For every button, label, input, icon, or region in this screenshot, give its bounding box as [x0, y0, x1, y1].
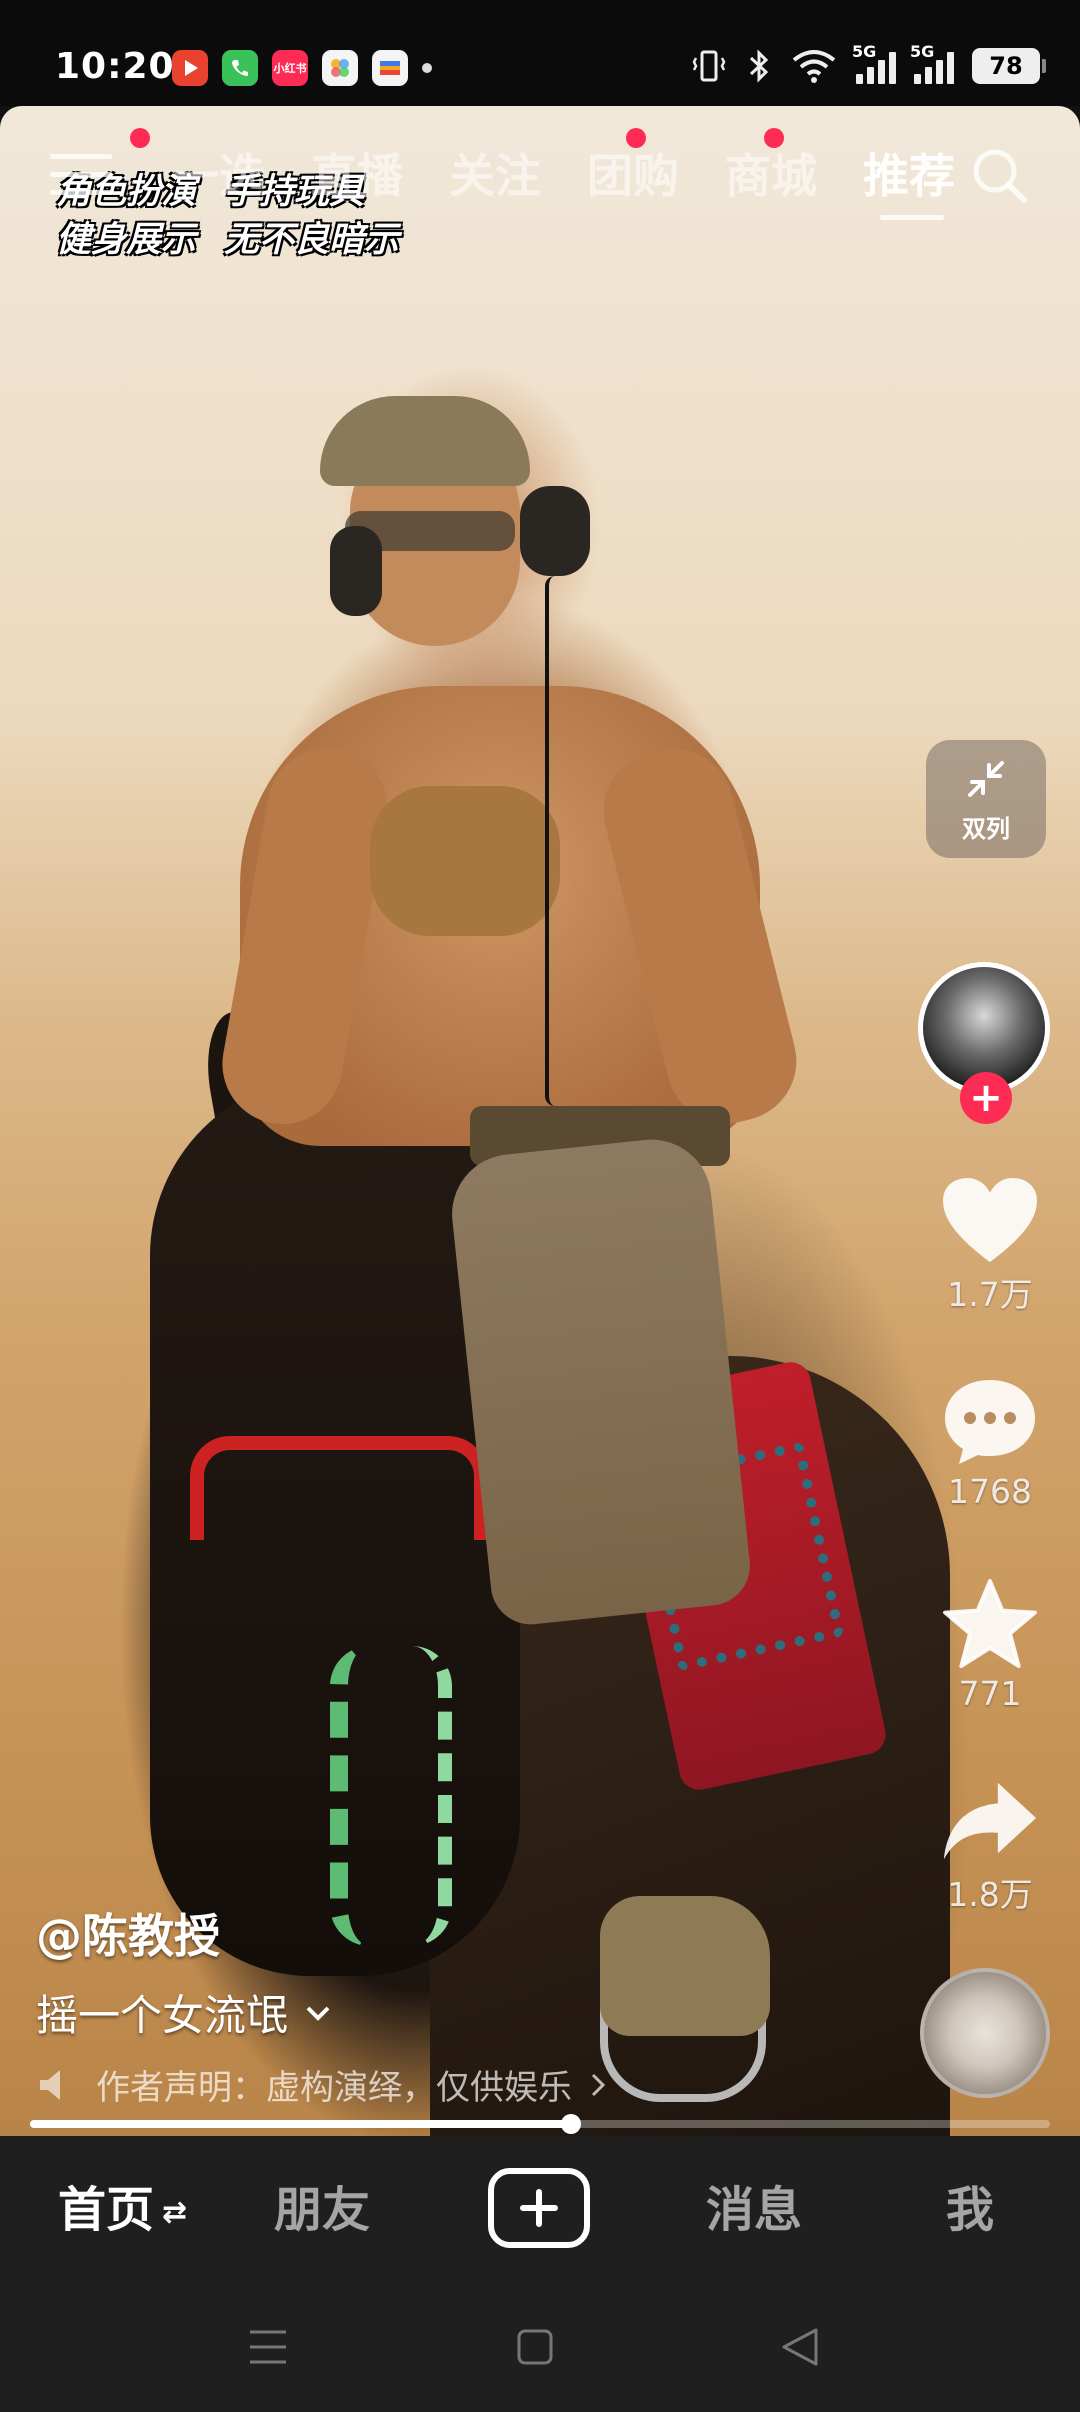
share-arrow-icon	[943, 1782, 1037, 1860]
cellular-signal-1-icon: 5G	[852, 42, 896, 84]
system-navigation	[0, 2284, 1080, 2412]
cellular-signal-2-icon: 5G	[910, 42, 954, 84]
back-triangle-icon[interactable]	[780, 2326, 820, 2368]
recent-apps-icon[interactable]	[248, 2328, 288, 2366]
menu-icon[interactable]	[50, 154, 112, 200]
tab-mall[interactable]: 商城	[702, 140, 840, 212]
photos-app-icon	[322, 50, 358, 86]
share-count: 1.8万	[947, 1875, 1033, 1914]
video-headset	[520, 486, 590, 576]
speaker-icon	[40, 2069, 60, 2100]
like-count: 1.7万	[947, 1275, 1033, 1314]
progress-fill	[30, 2120, 571, 2128]
video-player[interactable]	[0, 106, 1080, 2136]
comment-button[interactable]: 1768	[930, 1376, 1050, 1511]
video-progress-bar[interactable]	[30, 2114, 1050, 2134]
favorite-button[interactable]: 771	[930, 1578, 1050, 1713]
create-post-button[interactable]	[488, 2168, 590, 2248]
video-rope	[330, 1646, 452, 1946]
declaration-text: 作者声明：虚构演绎，仅供娱乐	[96, 2068, 572, 2108]
chevron-down-icon[interactable]	[304, 2003, 332, 2023]
more-notifications-dot	[422, 63, 432, 73]
collapse-arrows-icon	[968, 760, 1004, 797]
top-navigation: 一选 直播 关注 团购 商城 推荐	[0, 128, 1080, 230]
tab-live[interactable]: 直播	[288, 140, 426, 212]
dual-column-label: 双列	[962, 814, 1010, 843]
chevron-right-icon	[591, 2073, 606, 2096]
tab-select[interactable]: 一选	[150, 140, 288, 212]
video-rider-hands	[370, 786, 560, 936]
video-app-icon	[172, 50, 208, 86]
video-description[interactable]: 摇一个女流氓	[36, 1982, 332, 2043]
tab-group-buy[interactable]: 团购	[564, 140, 702, 212]
tab-recommend[interactable]: 推荐	[840, 140, 978, 220]
nav-home[interactable]: 首页 ⇄	[58, 2136, 187, 2287]
search-icon[interactable]	[968, 144, 1032, 208]
status-bar: 10:20 小红书 5G 5G 78	[0, 0, 1080, 106]
star-icon	[943, 1578, 1037, 1669]
menu-notification-dot	[130, 128, 150, 148]
favorite-count: 771	[958, 1674, 1022, 1713]
wallet-app-icon	[372, 50, 408, 86]
description-text: 摇一个女流氓	[36, 1991, 289, 2040]
follow-plus-icon[interactable]: +	[960, 1072, 1012, 1124]
tab-group-buy-dot	[626, 128, 646, 148]
heart-icon	[943, 1177, 1037, 1263]
video-bridle	[190, 1436, 488, 1540]
bottom-navigation: 首页 ⇄ 朋友 消息 我	[0, 2136, 1080, 2284]
home-square-icon[interactable]	[516, 2328, 554, 2366]
wifi-icon	[792, 50, 836, 83]
video-headset-cable	[545, 576, 569, 1106]
video-headset	[330, 526, 382, 616]
video-rider-cap	[320, 396, 530, 486]
vibrate-icon	[692, 50, 726, 82]
xiaohongshu-app-icon: 小红书	[272, 50, 308, 86]
swap-icon: ⇄	[162, 2195, 188, 2230]
plus-icon	[520, 2189, 558, 2227]
video-rider-pants	[446, 1133, 754, 1629]
status-indicators: 5G 5G 78	[690, 42, 1046, 84]
nav-home-label: 首页	[58, 2182, 155, 2238]
like-button[interactable]: 1.7万	[930, 1176, 1050, 1316]
status-time: 10:20	[55, 46, 175, 87]
notification-app-icons: 小红书	[172, 50, 432, 86]
nav-friends[interactable]: 朋友	[274, 2136, 370, 2284]
phone-app-icon	[222, 50, 258, 86]
music-disc[interactable]	[920, 1968, 1050, 2098]
comment-count: 1768	[948, 1472, 1032, 1511]
author-name[interactable]: @陈教授	[36, 1900, 220, 1966]
dual-column-button[interactable]: 双列	[926, 740, 1046, 858]
progress-handle[interactable]	[560, 2114, 581, 2134]
share-button[interactable]: 1.8万	[930, 1778, 1050, 1916]
tab-following[interactable]: 关注	[426, 140, 564, 212]
bluetooth-icon	[749, 49, 769, 83]
nav-me[interactable]: 我	[946, 2136, 994, 2284]
tab-mall-dot	[764, 128, 784, 148]
author-declaration[interactable]: 作者声明：虚构演绎，仅供娱乐	[36, 2060, 606, 2109]
battery-indicator: 78	[972, 48, 1046, 84]
nav-messages[interactable]: 消息	[706, 2136, 802, 2284]
video-rider-boot	[600, 1896, 770, 2036]
feed-tabs: 一选 直播 关注 团购 商城 推荐	[150, 140, 978, 220]
comment-icon	[945, 1380, 1035, 1464]
